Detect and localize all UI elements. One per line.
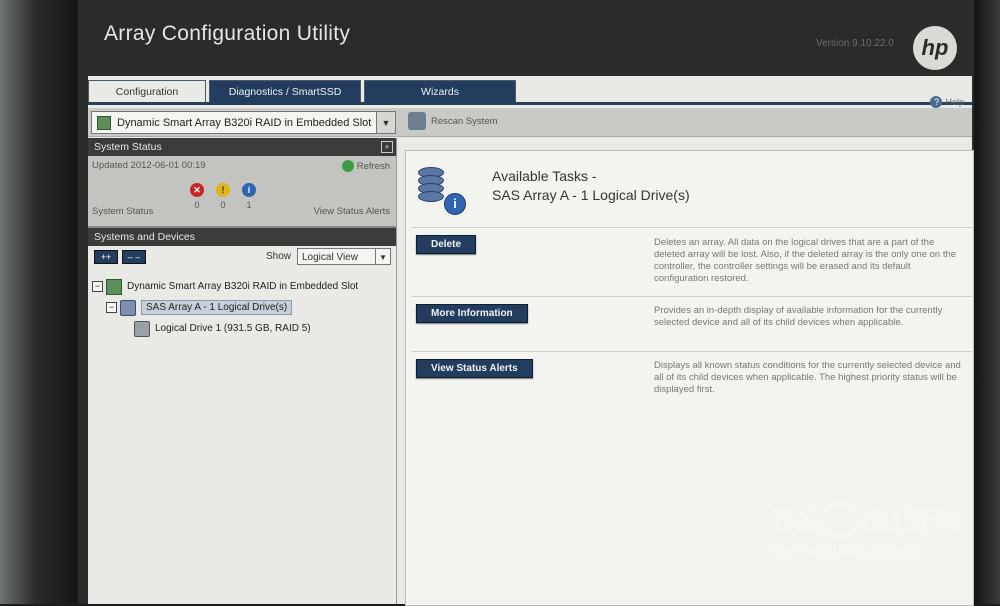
refresh-label: Refresh: [356, 160, 390, 172]
monitor-bezel-right: [974, 0, 1000, 604]
more-information-description: Provides an in-depth display of availabl…: [654, 305, 943, 328]
view-select-value: Logical View: [302, 252, 358, 263]
app-title: Array Configuration Utility: [104, 22, 351, 45]
help-icon: ?: [930, 96, 943, 108]
monitor-bezel-left: [0, 0, 78, 604]
left-panel: System Status + Updated 2012-06-01 00:19…: [88, 138, 397, 604]
divider: [412, 351, 972, 352]
tasks-title-line2: SAS Array A - 1 Logical Drive(s): [492, 187, 690, 203]
refresh-button[interactable]: Refresh: [341, 160, 390, 172]
refresh-icon: [341, 160, 354, 172]
tree-node-array[interactable]: − SAS Array A - 1 Logical Drive(s): [88, 297, 396, 318]
delete-description: Deletes an array. All data on the logica…: [654, 237, 957, 284]
watermark-brand-cn: 经验: [905, 506, 960, 537]
info-icon: i: [444, 193, 466, 215]
help-label: Help: [945, 97, 964, 107]
tasks-title-line1: Available Tasks -: [492, 168, 597, 184]
watermark-brand: Bai du 经验: [770, 500, 960, 540]
tree-toolbar: ++ – – Show Logical View ▼: [88, 246, 396, 268]
tree-node-label: Dynamic Smart Array B320i RAID in Embedd…: [127, 281, 359, 292]
system-status-label: System Status: [92, 206, 154, 217]
rescan-system-button[interactable]: Rescan System: [408, 112, 498, 130]
watermark-brand-right: du: [859, 500, 901, 539]
watermark-url: jingyan.baidu.com: [770, 542, 916, 561]
error-count-value: 0: [194, 200, 200, 210]
device-select[interactable]: Dynamic Smart Array B320i RAID in Embedd…: [91, 111, 396, 134]
info-count-value: 1: [246, 200, 252, 210]
tab-strip-divider: [88, 102, 972, 105]
collapse-all-button[interactable]: – –: [122, 250, 146, 264]
version-label: Version 9.10.22.0: [816, 38, 894, 49]
watermark-brand-left: Bai: [770, 500, 821, 539]
chevron-down-icon[interactable]: ▼: [376, 112, 395, 133]
systems-devices-title: Systems and Devices: [94, 231, 195, 243]
view-status-alerts-link[interactable]: View Status Alerts: [314, 206, 390, 217]
tab-configuration[interactable]: Configuration: [88, 80, 206, 103]
tree-node-label: Logical Drive 1 (931.5 GB, RAID 5): [155, 323, 311, 334]
view-select[interactable]: Logical View ▼: [297, 248, 391, 265]
controller-icon: [106, 278, 122, 295]
view-status-alerts-button[interactable]: View Status Alerts: [416, 359, 533, 378]
divider: [412, 227, 972, 228]
tasks-title: Available Tasks - SAS Array A - 1 Logica…: [492, 167, 690, 205]
info-icon: i: [242, 183, 256, 197]
warning-count: ! 0: [210, 183, 236, 210]
error-icon: ✕: [190, 183, 204, 197]
status-counts: ✕ 0 ! 0 i 1: [184, 183, 262, 210]
expand-icon[interactable]: +: [381, 141, 393, 153]
systems-devices-header: Systems and Devices: [88, 228, 396, 246]
logical-drive-icon: [134, 320, 150, 337]
tab-diagnostics[interactable]: Diagnostics / SmartSSD: [209, 80, 361, 103]
hp-logo: hp: [913, 26, 957, 70]
warning-count-value: 0: [220, 200, 226, 210]
chevron-down-icon[interactable]: ▼: [375, 249, 390, 264]
system-status-box: Updated 2012-06-01 00:19 Refresh ✕ 0 ! 0: [88, 156, 396, 228]
rescan-icon: [408, 112, 426, 130]
divider: [412, 296, 972, 297]
show-label: Show: [266, 251, 292, 262]
tree-node-logical-drive[interactable]: Logical Drive 1 (931.5 GB, RAID 5): [88, 318, 396, 339]
system-status-title: System Status: [94, 141, 162, 153]
tab-wizards[interactable]: Wizards: [364, 80, 516, 103]
tree-node-controller[interactable]: − Dynamic Smart Array B320i RAID in Embe…: [88, 276, 396, 297]
device-select-value: Dynamic Smart Array B320i RAID in Embedd…: [117, 116, 372, 129]
controller-icon: [97, 115, 111, 130]
system-status-header: System Status +: [88, 138, 396, 156]
more-information-button[interactable]: More Information: [416, 304, 528, 323]
collapse-toggle[interactable]: −: [106, 302, 117, 313]
array-icon: [120, 299, 136, 316]
warning-icon: !: [216, 183, 230, 197]
error-count: ✕ 0: [184, 183, 210, 210]
array-tasks-icon: i: [414, 165, 466, 215]
tree-node-label: SAS Array A - 1 Logical Drive(s): [141, 300, 293, 315]
paw-icon: [821, 502, 858, 538]
device-tree: − Dynamic Smart Array B320i RAID in Embe…: [88, 268, 396, 339]
info-count: i 1: [236, 183, 262, 210]
device-bar: Dynamic Smart Array B320i RAID in Embedd…: [88, 108, 972, 137]
rescan-label: Rescan System: [431, 115, 498, 127]
collapse-toggle[interactable]: −: [92, 281, 103, 292]
delete-button[interactable]: Delete: [416, 235, 477, 254]
tab-bar: Configuration Diagnostics / SmartSSD Wiz…: [88, 80, 519, 104]
updated-timestamp: Updated 2012-06-01 00:19: [92, 160, 206, 171]
view-status-alerts-description: Displays all known status conditions for…: [654, 360, 961, 395]
help-link[interactable]: ? Help: [930, 96, 964, 108]
baidu-watermark: Bai du 经验 jingyan.baidu.com: [770, 500, 960, 562]
expand-all-button[interactable]: ++: [94, 250, 118, 264]
